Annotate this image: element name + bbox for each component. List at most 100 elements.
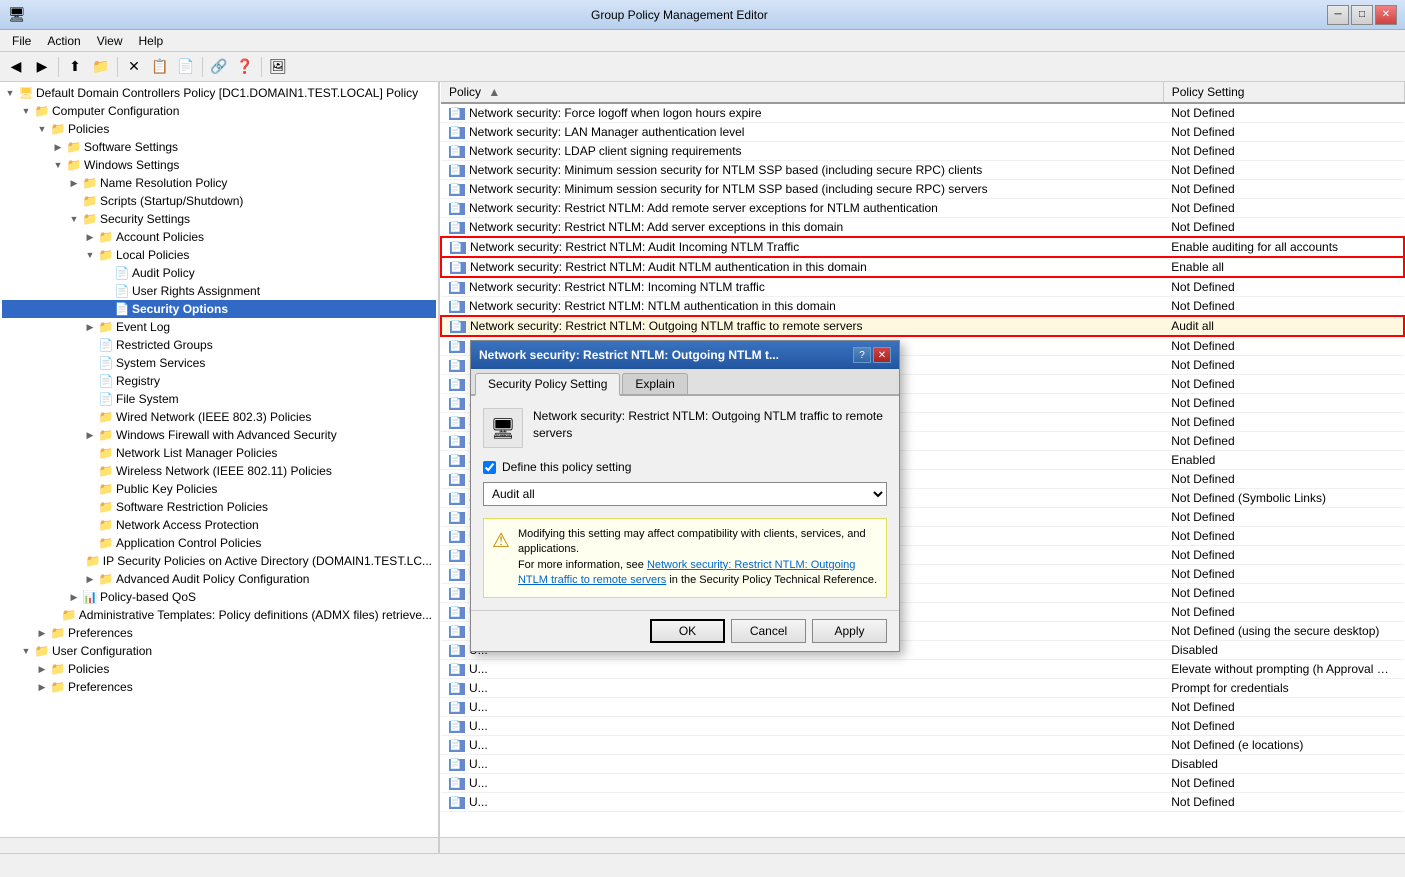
- table-row[interactable]: 📄Network security: Restrict NTLM: Audit …: [441, 237, 1404, 257]
- table-row[interactable]: 📄Network security: Restrict NTLM: Add re…: [441, 199, 1404, 218]
- tree-item-admin-templates[interactable]: ▶ 📁 Administrative Templates: Policy def…: [2, 606, 436, 624]
- col-header-setting[interactable]: Policy Setting: [1163, 82, 1404, 103]
- tree-root[interactable]: ▼ 🖥 Default Domain Controllers Policy [D…: [2, 84, 436, 102]
- tree-root-toggle[interactable]: ▼: [2, 85, 18, 101]
- tree-item-firewall[interactable]: ▶ 📁 Windows Firewall with Advanced Secur…: [2, 426, 436, 444]
- tree-toggle-1[interactable]: ▼: [34, 121, 50, 137]
- table-row[interactable]: 📄Network security: Minimum session secur…: [441, 180, 1404, 199]
- dialog-apply-button[interactable]: Apply: [812, 619, 887, 643]
- table-row[interactable]: 📄Network security: Restrict NTLM: Incomi…: [441, 277, 1404, 297]
- maximize-button[interactable]: □: [1351, 5, 1373, 25]
- tree-toggle-7[interactable]: ▶: [82, 229, 98, 245]
- tree-toggle-30[interactable]: ▼: [18, 643, 34, 659]
- dialog-help-btn[interactable]: ?: [853, 347, 871, 363]
- tree-item-security-options[interactable]: ▶ 📄 Security Options: [2, 300, 436, 318]
- tree-toggle-8[interactable]: ▼: [82, 247, 98, 263]
- table-row[interactable]: 📄Network security: LDAP client signing r…: [441, 142, 1404, 161]
- table-row[interactable]: 📄U...Prompt for credentials: [441, 679, 1404, 698]
- menu-help[interactable]: Help: [131, 32, 172, 50]
- dialog-ok-button[interactable]: OK: [650, 619, 725, 643]
- tree-item-local-policies[interactable]: ▼ 📁 Local Policies: [2, 246, 436, 264]
- menu-action[interactable]: Action: [39, 32, 88, 50]
- table-row[interactable]: 📄Network security: Minimum session secur…: [441, 161, 1404, 180]
- table-row[interactable]: 📄U...Not Defined: [441, 793, 1404, 812]
- tree-item-registry[interactable]: ▶ 📄 Registry: [2, 372, 436, 390]
- table-row[interactable]: 📄U...Not Defined (e locations): [441, 736, 1404, 755]
- toolbar-properties[interactable]: 📋: [148, 55, 172, 79]
- tree-item-preferences-computer[interactable]: ▶ 📁 Preferences: [2, 624, 436, 642]
- tree-item-wireless[interactable]: ▶ 📁 Wireless Network (IEEE 802.11) Polic…: [2, 462, 436, 480]
- tree-item-network-list[interactable]: ▶ 📁 Network List Manager Policies: [2, 444, 436, 462]
- toolbar-up[interactable]: ⬆: [63, 55, 87, 79]
- dialog-tab-security-policy[interactable]: Security Policy Setting: [475, 373, 620, 396]
- tree-item-audit-policy[interactable]: ▶ 📄 Audit Policy: [2, 264, 436, 282]
- tree-item-user-rights[interactable]: ▶ 📄 User Rights Assignment: [2, 282, 436, 300]
- tree-item-name-res[interactable]: ▶ 📁 Name Resolution Policy: [2, 174, 436, 192]
- col-header-policy[interactable]: Policy ▲: [441, 82, 1163, 103]
- tree-item-scripts[interactable]: ▶ 📁 Scripts (Startup/Shutdown): [2, 192, 436, 210]
- dialog-cancel-button[interactable]: Cancel: [731, 619, 806, 643]
- menu-view[interactable]: View: [89, 32, 131, 50]
- policy-row-icon: 📄: [450, 321, 466, 333]
- dialog-tab-explain[interactable]: Explain: [622, 373, 687, 394]
- audit-setting-dropdown[interactable]: Allow all Audit all Deny all: [483, 482, 887, 506]
- table-row[interactable]: 📄U...Not Defined: [441, 717, 1404, 736]
- minimize-button[interactable]: ─: [1327, 5, 1349, 25]
- table-row[interactable]: 📄U...Not Defined: [441, 774, 1404, 793]
- tree-item-software[interactable]: ▶ 📁 Software Settings: [2, 138, 436, 156]
- define-policy-checkbox[interactable]: [483, 461, 496, 474]
- tree-item-restricted-groups[interactable]: ▶ 📄 Restricted Groups: [2, 336, 436, 354]
- tree-toggle-18[interactable]: ▶: [82, 427, 98, 443]
- dialog-close-btn[interactable]: ✕: [873, 347, 891, 363]
- tree-item-computer-config[interactable]: ▼ 📁 Computer Configuration: [2, 102, 436, 120]
- table-row[interactable]: 📄U...Disabled: [441, 755, 1404, 774]
- tree-item-security-settings[interactable]: ▼ 📁 Security Settings: [2, 210, 436, 228]
- table-row[interactable]: 📄U...Not Defined: [441, 698, 1404, 717]
- tree-item-user-preferences[interactable]: ▶ 📁 Preferences: [2, 678, 436, 696]
- tree-item-public-key[interactable]: ▶ 📁 Public Key Policies: [2, 480, 436, 498]
- toolbar-view[interactable]: 🖼: [266, 55, 290, 79]
- tree-item-policies[interactable]: ▼ 📁 Policies: [2, 120, 436, 138]
- tree-item-user-config[interactable]: ▼ 📁 User Configuration: [2, 642, 436, 660]
- tree-item-windows-settings[interactable]: ▼ 📁 Windows Settings: [2, 156, 436, 174]
- tree-item-network-access[interactable]: ▶ 📁 Network Access Protection: [2, 516, 436, 534]
- table-row[interactable]: 📄Network security: Restrict NTLM: Audit …: [441, 257, 1404, 277]
- toolbar-folder[interactable]: 📁: [89, 55, 113, 79]
- table-row[interactable]: 📄Network security: Restrict NTLM: Outgoi…: [441, 316, 1404, 336]
- tree-item-qos[interactable]: ▶ 📊 Policy-based QoS: [2, 588, 436, 606]
- toolbar-back[interactable]: ◀: [4, 55, 28, 79]
- toolbar-copy[interactable]: 📄: [174, 55, 198, 79]
- table-row[interactable]: 📄Network security: Force logoff when log…: [441, 103, 1404, 123]
- tree-item-software-restriction[interactable]: ▶ 📁 Software Restriction Policies: [2, 498, 436, 516]
- tree-toggle-2[interactable]: ▶: [50, 139, 66, 155]
- tree-toggle-6[interactable]: ▼: [66, 211, 82, 227]
- tree-item-account-policies[interactable]: ▶ 📁 Account Policies: [2, 228, 436, 246]
- tree-item-ip-security[interactable]: ▶ 📁 IP Security Policies on Active Direc…: [2, 552, 436, 570]
- toolbar-help[interactable]: ❓: [233, 55, 257, 79]
- table-row[interactable]: 📄U...Elevate without prompting (h Approv…: [441, 660, 1404, 679]
- tree-toggle-26[interactable]: ▶: [82, 571, 98, 587]
- table-row[interactable]: 📄Network security: LAN Manager authentic…: [441, 123, 1404, 142]
- tree-toggle-29[interactable]: ▶: [34, 625, 50, 641]
- tree-item-app-control[interactable]: ▶ 📁 Application Control Policies: [2, 534, 436, 552]
- tree-item-user-policies[interactable]: ▶ 📁 Policies: [2, 660, 436, 678]
- tree-item-event-log[interactable]: ▶ 📁 Event Log: [2, 318, 436, 336]
- tree-toggle-4[interactable]: ▶: [66, 175, 82, 191]
- tree-toggle-32[interactable]: ▶: [34, 679, 50, 695]
- toolbar-link[interactable]: 🔗: [207, 55, 231, 79]
- tree-toggle-31[interactable]: ▶: [34, 661, 50, 677]
- tree-toggle-27[interactable]: ▶: [66, 589, 82, 605]
- tree-item-wired-network[interactable]: ▶ 📁 Wired Network (IEEE 802.3) Policies: [2, 408, 436, 426]
- tree-toggle-12[interactable]: ▶: [82, 319, 98, 335]
- table-row[interactable]: 📄Network security: Restrict NTLM: NTLM a…: [441, 297, 1404, 317]
- close-button[interactable]: ✕: [1375, 5, 1397, 25]
- tree-toggle-3[interactable]: ▼: [50, 157, 66, 173]
- tree-item-system-services[interactable]: ▶ 📄 System Services: [2, 354, 436, 372]
- tree-toggle-0[interactable]: ▼: [18, 103, 34, 119]
- tree-item-advanced-audit[interactable]: ▶ 📁 Advanced Audit Policy Configuration: [2, 570, 436, 588]
- table-row[interactable]: 📄Network security: Restrict NTLM: Add se…: [441, 218, 1404, 238]
- toolbar-delete[interactable]: ✕: [122, 55, 146, 79]
- toolbar-forward[interactable]: ▶: [30, 55, 54, 79]
- menu-file[interactable]: File: [4, 32, 39, 50]
- tree-item-file-system[interactable]: ▶ 📄 File System: [2, 390, 436, 408]
